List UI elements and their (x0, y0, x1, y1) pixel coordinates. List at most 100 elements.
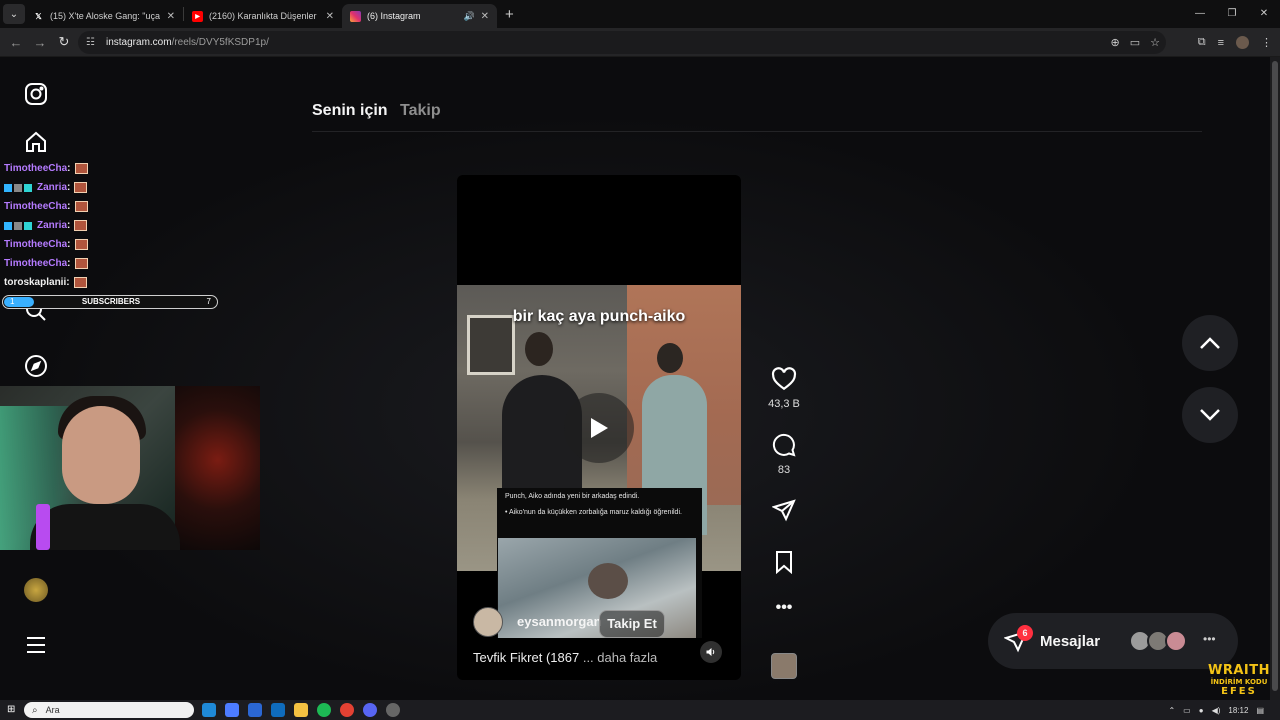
reel-video[interactable]: bir kaç aya punch-aiko Punch, Aiko adınd… (457, 175, 741, 680)
new-tab-button[interactable]: + (505, 6, 514, 23)
more-menu-icon[interactable] (22, 631, 50, 659)
chevron-up-icon[interactable]: ⌃ (1168, 706, 1175, 715)
comment-icon[interactable] (772, 433, 796, 457)
reel-description[interactable]: Tevfik Fikret (1867 ... daha fazla (473, 650, 657, 665)
tab-following[interactable]: Takip (400, 102, 441, 119)
card-text: Punch, Aiko adında yeni bir arkadaş edin… (505, 493, 640, 500)
forward-icon[interactable]: → (28, 35, 52, 50)
volume-icon[interactable]: ◀) (1212, 706, 1221, 715)
explorer-icon[interactable] (294, 703, 308, 717)
youtube-icon: ▶ (192, 10, 203, 22)
clock[interactable]: 18:12 (1228, 706, 1248, 715)
menu-kebab-icon[interactable]: ⋮ (1261, 36, 1272, 49)
close-tab-icon[interactable]: ✕ (326, 11, 334, 22)
settings-icon[interactable] (386, 703, 400, 717)
minimize-icon[interactable]: — (1184, 0, 1216, 28)
discord-icon[interactable] (363, 703, 377, 717)
page-scrollbar[interactable] (1270, 57, 1280, 700)
copilot-icon[interactable] (225, 703, 239, 717)
outlook-icon[interactable] (271, 703, 285, 717)
close-window-icon[interactable]: ✕ (1248, 0, 1280, 28)
spotify-icon[interactable] (317, 703, 331, 717)
tab-youtube[interactable]: ▶ (2160) Karanlıkta Düşenler | Çal ✕ (184, 4, 342, 28)
back-icon[interactable]: ← (4, 35, 28, 50)
tab-x[interactable]: 𝕏 (15) X'te Aloske Gang: "uçağı k ✕ (25, 4, 183, 28)
card-text: • Aiko'nun da küçükken zorbalığa maruz k… (505, 509, 682, 516)
more-link[interactable]: ... daha fazla (583, 650, 657, 665)
reload-icon[interactable]: ↻ (52, 34, 76, 50)
stream-chat-overlay: TimotheeCha : Zanria : TimotheeCha : Zan… (4, 159, 224, 292)
volume-button[interactable] (700, 641, 722, 663)
heart-icon[interactable] (771, 367, 797, 391)
audio-thumbnail[interactable] (771, 653, 797, 679)
messages-button[interactable]: 6 Mesajlar ••• (988, 613, 1238, 669)
windows-start-icon[interactable]: ⊞ (7, 704, 15, 715)
edge-icon[interactable] (202, 703, 216, 717)
cast-icon[interactable]: ▭ (1130, 36, 1140, 49)
bookmark-star-icon[interactable]: ☆ (1150, 36, 1160, 49)
badge-icon (14, 221, 22, 230)
window-controls: — ❐ ✕ (1184, 0, 1280, 28)
like-action: 43,3 B (764, 367, 804, 410)
share-send-icon[interactable] (771, 498, 796, 522)
chrome-icon[interactable] (340, 703, 354, 717)
chevron-up-icon (1200, 337, 1220, 349)
profile-avatar[interactable] (1236, 36, 1249, 49)
close-tab-icon[interactable]: ✕ (481, 11, 489, 22)
next-reel-button[interactable] (1182, 387, 1238, 443)
zoom-icon[interactable]: ⊕ (1111, 36, 1120, 49)
explore-compass-icon[interactable] (22, 352, 50, 380)
monkey-figure (588, 563, 628, 599)
reel-author[interactable]: eysanmorgan (473, 607, 602, 637)
close-tab-icon[interactable]: ✕ (167, 11, 175, 22)
chat-separator: : (67, 239, 71, 250)
more-options-icon[interactable]: ••• (764, 599, 804, 617)
author-avatar[interactable] (473, 607, 503, 637)
taskbar-search[interactable]: ⌕ Ara (24, 702, 194, 718)
save-action (764, 550, 804, 579)
reel-scene-person-head (525, 332, 553, 366)
volume-icon (706, 648, 715, 656)
media-control-icon[interactable]: ≡ (1218, 37, 1224, 49)
bookmark-icon[interactable] (773, 550, 795, 575)
emote-icon (74, 258, 88, 269)
previous-reel-button[interactable] (1182, 315, 1238, 371)
store-icon[interactable] (248, 703, 262, 717)
play-button[interactable] (564, 393, 634, 463)
instagram-logo-icon[interactable] (22, 80, 50, 108)
speaker-icon[interactable]: 🔊 (464, 11, 475, 22)
badge-icon (14, 183, 22, 192)
microphone-icon[interactable]: ● (1199, 706, 1204, 715)
comment-action: 83 (764, 433, 804, 476)
instagram-sidebar (0, 57, 72, 700)
extensions-icon[interactable]: ⧉ (1198, 36, 1206, 49)
emote-icon (74, 239, 88, 250)
webcam-face (62, 406, 140, 504)
webcam-lamp (36, 504, 50, 550)
messages-label: Mesajlar (1040, 632, 1101, 650)
browser-tab-strip: ⌄ 𝕏 (15) X'te Aloske Gang: "uçağı k ✕ ▶ … (0, 0, 1280, 28)
network-icon[interactable]: ▭ (1183, 706, 1191, 715)
home-icon[interactable] (22, 128, 50, 156)
chat-username: Zanria (37, 182, 68, 193)
sponsor-logo: WRAITH İNDİRİM KODU EFES (1206, 663, 1272, 697)
url-host: instagram.com (106, 37, 172, 48)
avatar (1165, 630, 1187, 652)
chat-separator: : (67, 182, 71, 193)
tab-instagram[interactable]: (6) Instagram 🔊 ✕ (342, 4, 497, 28)
restore-icon[interactable]: ❐ (1216, 0, 1248, 28)
url-text[interactable]: instagram.com/reels/DVY5fKSDP1p/ (106, 37, 269, 48)
follow-button[interactable]: Takip Et (599, 610, 665, 638)
tab-search-button[interactable]: ⌄ (3, 4, 25, 24)
brand-subtitle: İNDİRİM KODU (1210, 678, 1268, 686)
message-avatars (1129, 630, 1187, 652)
chat-username: Zanria (37, 220, 68, 231)
notifications-icon[interactable]: ▤ (1256, 706, 1264, 715)
badge-icon (24, 183, 32, 192)
overlay-avatar (24, 578, 48, 602)
author-username[interactable]: eysanmorgan (517, 614, 602, 630)
address-bar[interactable]: ☷ instagram.com/reels/DVY5fKSDP1p/ ⊕ ▭ ☆ (78, 31, 1166, 54)
site-info-icon[interactable]: ☷ (86, 37, 104, 48)
tab-for-you[interactable]: Senin için (312, 102, 388, 119)
scrollbar-thumb[interactable] (1272, 61, 1278, 691)
